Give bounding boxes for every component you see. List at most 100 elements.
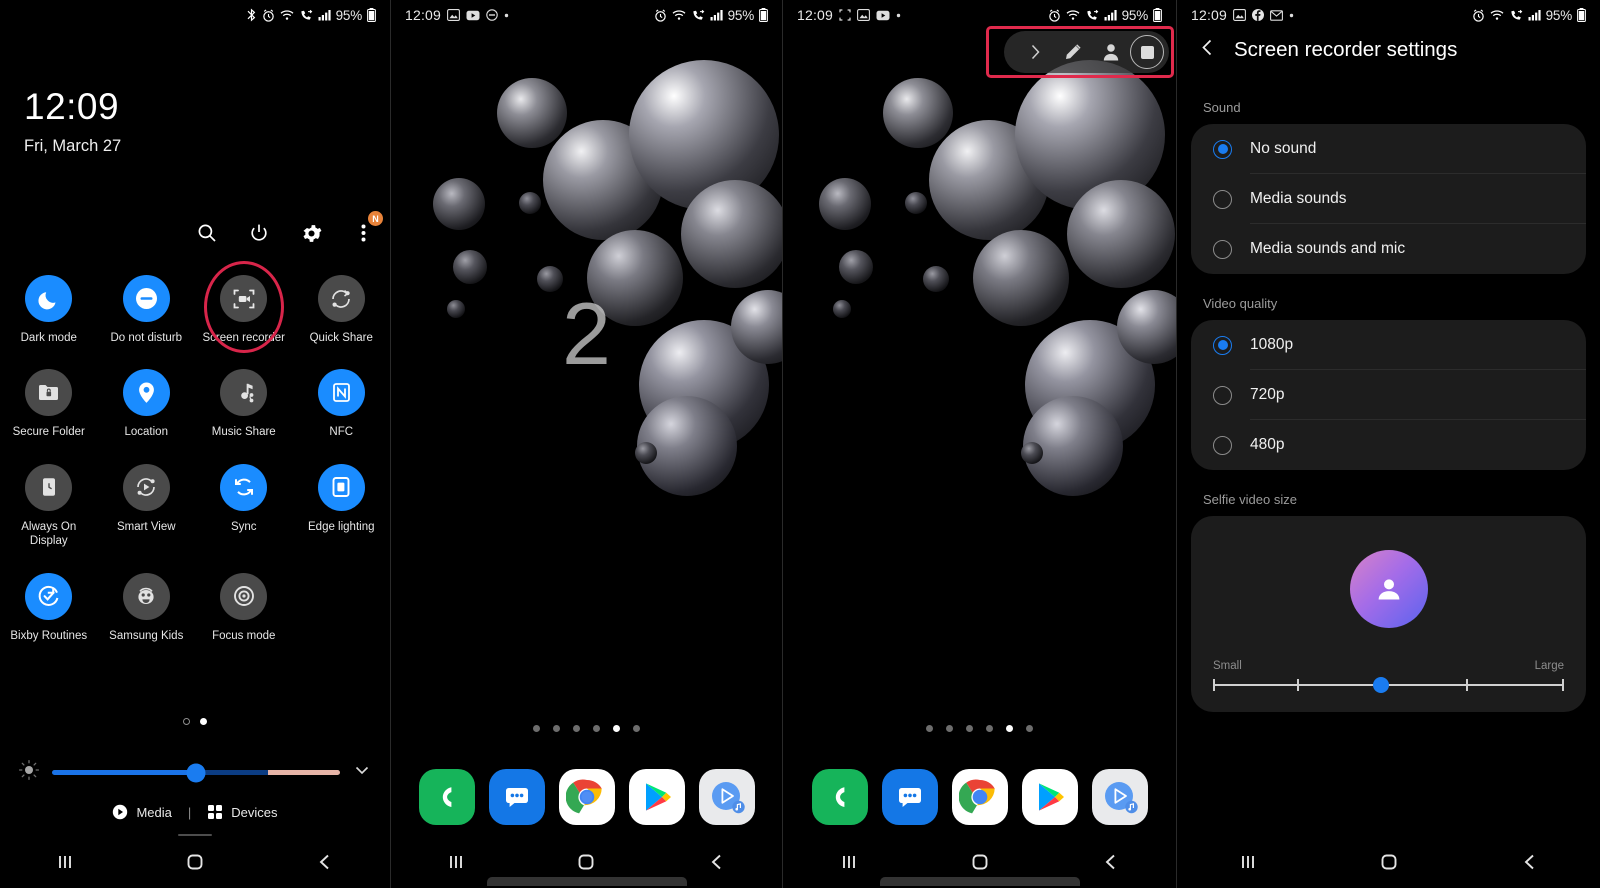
alarm-icon bbox=[262, 8, 275, 22]
samsung-kids-icon bbox=[122, 572, 170, 620]
dot-icon bbox=[504, 13, 509, 18]
tile-dark-mode[interactable]: Dark mode bbox=[0, 275, 98, 345]
page-dot[interactable] bbox=[1026, 725, 1033, 732]
gesture-handle[interactable] bbox=[879, 877, 1080, 886]
size-min-label: Small bbox=[1213, 660, 1242, 672]
option-media-sounds[interactable]: Media sounds bbox=[1191, 174, 1586, 224]
tile-location[interactable]: Location bbox=[98, 369, 196, 439]
radio-icon[interactable] bbox=[1213, 435, 1232, 455]
option-label: 480p bbox=[1250, 436, 1285, 453]
tile-edge-lighting[interactable]: Edge lighting bbox=[293, 463, 391, 549]
page-dot[interactable] bbox=[593, 725, 600, 732]
radio-selected-icon[interactable] bbox=[1213, 335, 1232, 355]
page-dot[interactable] bbox=[533, 725, 540, 732]
image-icon bbox=[1233, 9, 1246, 21]
page-dot[interactable] bbox=[553, 725, 560, 732]
play-music-app-icon[interactable] bbox=[698, 769, 755, 825]
back-icon[interactable] bbox=[1087, 845, 1135, 879]
tile-focus-mode[interactable]: Focus mode bbox=[195, 572, 293, 643]
tile-quick-share[interactable]: Quick Share bbox=[293, 275, 391, 345]
tile-secure-folder[interactable]: Secure Folder bbox=[0, 369, 98, 439]
page-dot[interactable] bbox=[633, 725, 640, 732]
tile-sync[interactable]: Sync bbox=[195, 463, 293, 549]
chevron-down-icon[interactable] bbox=[352, 760, 372, 785]
slider-tick bbox=[1562, 679, 1564, 691]
back-icon[interactable] bbox=[693, 845, 741, 879]
home-icon[interactable] bbox=[171, 845, 219, 879]
option-label: 720p bbox=[1250, 385, 1285, 403]
call-forwarding-icon bbox=[1509, 9, 1523, 22]
slider-knob[interactable] bbox=[1373, 677, 1390, 693]
option-1080p[interactable]: 1080p bbox=[1191, 320, 1586, 370]
page-dot[interactable] bbox=[183, 718, 190, 725]
phone-app-icon[interactable] bbox=[418, 769, 475, 825]
expand-chevron-right-icon[interactable] bbox=[1016, 35, 1054, 69]
tile-label: Quick Share bbox=[309, 332, 373, 344]
chrome-app-icon[interactable] bbox=[951, 769, 1008, 825]
radio-icon[interactable] bbox=[1213, 385, 1232, 405]
more-options-icon[interactable]: N bbox=[350, 211, 383, 246]
recents-icon[interactable] bbox=[825, 845, 873, 879]
back-chevron-icon[interactable] bbox=[1199, 38, 1216, 62]
home-page-dots bbox=[391, 725, 782, 732]
messages-app-icon[interactable] bbox=[881, 769, 938, 825]
brightness-slider[interactable] bbox=[52, 763, 340, 782]
recording-countdown: 2 bbox=[562, 284, 611, 383]
search-icon[interactable] bbox=[194, 220, 220, 246]
page-dot-active[interactable] bbox=[1006, 725, 1013, 732]
page-dot[interactable] bbox=[946, 725, 953, 732]
recents-icon[interactable] bbox=[41, 845, 89, 879]
radio-icon[interactable] bbox=[1213, 189, 1232, 209]
phone-app-icon[interactable] bbox=[811, 769, 868, 825]
devices-button[interactable]: Devices bbox=[207, 804, 278, 820]
tile-music-share[interactable]: Music Share bbox=[195, 369, 293, 439]
page-dot-active[interactable] bbox=[200, 718, 207, 725]
signal-icon bbox=[710, 9, 723, 21]
moon-icon bbox=[25, 275, 73, 322]
play-store-app-icon[interactable] bbox=[628, 769, 685, 825]
tile-label: Do not disturb bbox=[110, 332, 183, 344]
tile-samsung-kids[interactable]: Samsung Kids bbox=[98, 572, 196, 643]
slider-tick bbox=[1465, 679, 1468, 691]
page-dot-active[interactable] bbox=[613, 725, 620, 732]
brightness-knob[interactable] bbox=[186, 763, 206, 782]
option-no-sound[interactable]: No sound bbox=[1191, 124, 1586, 174]
recents-icon[interactable] bbox=[432, 845, 480, 879]
option-720p[interactable]: 720p bbox=[1191, 370, 1586, 420]
video-quality-options-card: 1080p 720p 480p bbox=[1191, 320, 1586, 470]
stop-recording-icon[interactable] bbox=[1130, 35, 1164, 69]
selfie-size-slider[interactable] bbox=[1213, 677, 1564, 693]
recents-icon[interactable] bbox=[1224, 845, 1272, 879]
pencil-draw-icon[interactable] bbox=[1054, 35, 1092, 69]
tile-do-not-disturb[interactable]: Do not disturb bbox=[98, 275, 196, 345]
tile-screen-recorder[interactable]: Screen recorder bbox=[195, 261, 293, 353]
person-avatar-icon bbox=[1349, 550, 1428, 628]
back-icon[interactable] bbox=[1506, 845, 1554, 879]
settings-gear-icon[interactable] bbox=[298, 220, 324, 246]
gesture-handle[interactable] bbox=[486, 877, 687, 886]
back-icon[interactable] bbox=[301, 845, 349, 879]
tile-nfc[interactable]: NFC bbox=[293, 369, 391, 439]
radio-selected-icon[interactable] bbox=[1213, 139, 1232, 159]
radio-icon[interactable] bbox=[1213, 239, 1232, 259]
page-dot[interactable] bbox=[966, 725, 973, 732]
chrome-app-icon[interactable] bbox=[558, 769, 615, 825]
tile-always-on-display[interactable]: Always On Display bbox=[0, 463, 98, 549]
option-480p[interactable]: 480p bbox=[1191, 420, 1586, 470]
home-icon[interactable] bbox=[956, 845, 1004, 879]
page-dot[interactable] bbox=[986, 725, 993, 732]
home-icon[interactable] bbox=[1365, 845, 1413, 879]
page-dot[interactable] bbox=[573, 725, 580, 732]
power-icon[interactable] bbox=[246, 220, 272, 246]
option-label: Media sounds and mic bbox=[1250, 240, 1406, 257]
play-store-app-icon[interactable] bbox=[1021, 769, 1078, 825]
tile-bixby-routines[interactable]: Bixby Routines bbox=[0, 572, 98, 643]
page-dot[interactable] bbox=[926, 725, 933, 732]
home-icon[interactable] bbox=[562, 845, 610, 879]
play-music-app-icon[interactable] bbox=[1091, 769, 1148, 825]
tile-smart-view[interactable]: Smart View bbox=[98, 463, 196, 549]
selfie-person-icon[interactable] bbox=[1092, 35, 1130, 69]
option-media-sounds-and-mic[interactable]: Media sounds and mic bbox=[1191, 224, 1586, 274]
messages-app-icon[interactable] bbox=[488, 769, 545, 825]
media-button[interactable]: Media bbox=[112, 804, 172, 820]
